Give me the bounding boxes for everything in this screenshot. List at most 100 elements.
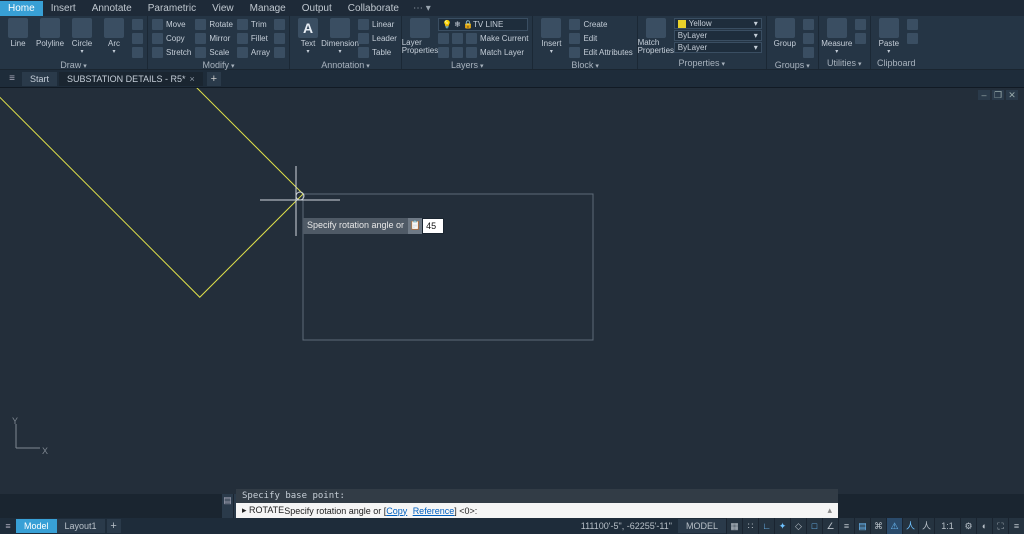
- ribbon-group-clipboard: Paste▾ Clipboard: [871, 16, 922, 69]
- dimension-button[interactable]: Dimension▾: [326, 18, 354, 55]
- menu-tab-manage[interactable]: Manage: [242, 1, 294, 16]
- customization-button[interactable]: ≡: [1008, 518, 1024, 534]
- menu-tab-annotate[interactable]: Annotate: [84, 1, 140, 16]
- menu-tab-collaborate[interactable]: Collaborate: [340, 1, 407, 16]
- annoscale-show-toggle[interactable]: 人: [918, 518, 934, 534]
- clean-screen-toggle[interactable]: ⛶: [992, 518, 1008, 534]
- close-window-icon[interactable]: ✕: [1006, 90, 1018, 100]
- dynamic-options-button[interactable]: 📋: [408, 218, 422, 234]
- lineweight-combo[interactable]: ByLayer▾: [674, 30, 762, 41]
- lineweight-toggle[interactable]: ≡: [838, 518, 854, 534]
- layout-menu-icon[interactable]: ≡: [0, 521, 16, 531]
- insert-button[interactable]: Insert▾: [537, 18, 565, 55]
- copy-button[interactable]: Copy: [152, 32, 191, 45]
- group-button[interactable]: Group: [771, 18, 799, 48]
- isodraft-toggle[interactable]: ◇: [790, 518, 806, 534]
- fillet-button[interactable]: Fillet: [237, 32, 270, 45]
- ucs-icon: Y X: [12, 422, 42, 454]
- draw-extra-2[interactable]: [132, 32, 143, 45]
- text-icon: A: [298, 18, 318, 38]
- restore-icon[interactable]: ❐: [992, 90, 1004, 100]
- annotation-scale[interactable]: 1:1: [934, 518, 960, 534]
- hardware-accel-toggle[interactable]: ◐: [976, 518, 992, 534]
- ribbon-group-block: Insert▾ Create Edit Edit Attributes Bloc…: [533, 16, 637, 69]
- linetype-combo[interactable]: ByLayer▾: [674, 42, 762, 53]
- stretch-icon: [152, 47, 163, 58]
- stretch-button[interactable]: Stretch: [152, 46, 191, 59]
- menu-tab-home[interactable]: Home: [0, 1, 43, 16]
- menu-overflow[interactable]: ⋯ ▾: [413, 3, 431, 14]
- polyline-button[interactable]: Polyline: [36, 18, 64, 48]
- layer-properties-icon: [410, 18, 430, 38]
- match-properties-button[interactable]: MatchProperties: [642, 18, 670, 55]
- menu-tab-insert[interactable]: Insert: [43, 1, 84, 16]
- polar-toggle[interactable]: ✦: [774, 518, 790, 534]
- match-layer-button[interactable]: Match Layer: [438, 46, 528, 59]
- layer-combo[interactable]: 💡 ❄ 🔒 TV LINE: [438, 18, 528, 31]
- modify-extra-3[interactable]: [274, 46, 285, 59]
- measure-button[interactable]: Measure▾: [823, 18, 851, 55]
- block-create-button[interactable]: Create: [569, 18, 632, 31]
- menu-tab-parametric[interactable]: Parametric: [140, 1, 204, 16]
- arc-button[interactable]: Arc▾: [100, 18, 128, 55]
- scale-button[interactable]: Scale: [195, 46, 233, 59]
- group-icon: [775, 18, 795, 38]
- new-doc-button[interactable]: +: [207, 72, 221, 86]
- layer-properties-button[interactable]: LayerProperties: [406, 18, 434, 55]
- rotate-button[interactable]: Rotate: [195, 18, 233, 31]
- doc-menu-icon[interactable]: ≡: [4, 73, 20, 84]
- model-tab[interactable]: Model: [16, 519, 57, 533]
- menu-tab-output[interactable]: Output: [294, 1, 340, 16]
- draw-extra-3[interactable]: [132, 46, 143, 59]
- drawing-canvas[interactable]: – ❐ ✕ Specify rotation angle or 📋 45 Y X: [0, 88, 1024, 494]
- status-toggles: ▦ ∷ ∟ ✦ ◇ □ ∠ ≡ ▤ ⌘ ⚠ 人 人 1:1 ⚙ ◐ ⛶ ≡: [726, 518, 1024, 534]
- menu-tab-view[interactable]: View: [204, 1, 242, 16]
- workspace-toggle[interactable]: ⚙: [960, 518, 976, 534]
- ribbon-group-annotation: AText▾ Dimension▾ Linear Leader Table An…: [290, 16, 402, 69]
- mirror-button[interactable]: Mirror: [195, 32, 233, 45]
- transparency-toggle[interactable]: ▤: [854, 518, 870, 534]
- table-button[interactable]: Table: [358, 46, 397, 59]
- space-toggle[interactable]: MODEL: [678, 519, 726, 533]
- ortho-toggle[interactable]: ∟: [758, 518, 774, 534]
- leader-button[interactable]: Leader: [358, 32, 397, 45]
- line-button[interactable]: Line: [4, 18, 32, 48]
- modify-extra-1[interactable]: [274, 18, 285, 31]
- ribbon-group-groups: Group Groups▾: [767, 16, 819, 69]
- move-button[interactable]: Move: [152, 18, 191, 31]
- otrack-toggle[interactable]: ∠: [822, 518, 838, 534]
- annoscale-auto-toggle[interactable]: 人: [902, 518, 918, 534]
- doc-tab-start[interactable]: Start: [22, 72, 57, 86]
- layout1-tab[interactable]: Layout1: [57, 519, 105, 533]
- grid-toggle[interactable]: ▦: [726, 518, 742, 534]
- doc-tab-active[interactable]: SUBSTATION DETAILS - R5*×: [59, 72, 203, 86]
- trim-button[interactable]: Trim: [237, 18, 270, 31]
- draw-extra-1[interactable]: [132, 18, 143, 31]
- command-close-icon[interactable]: ▤: [222, 494, 234, 518]
- selection-cycling-toggle[interactable]: ⌘: [870, 518, 886, 534]
- snap-toggle[interactable]: ∷: [742, 518, 758, 534]
- close-icon[interactable]: ×: [190, 74, 195, 84]
- scale-icon: [195, 47, 206, 58]
- block-edit-button[interactable]: Edit: [569, 32, 632, 45]
- ribbon: Line Polyline Circle▾ Arc▾ Draw▾ Move Co…: [0, 16, 1024, 70]
- document-tabs: ≡ Start SUBSTATION DETAILS - R5*× +: [0, 70, 1024, 88]
- dynamic-input-field[interactable]: 45: [422, 218, 444, 234]
- add-layout-button[interactable]: +: [107, 519, 121, 533]
- linear-button[interactable]: Linear: [358, 18, 397, 31]
- mirror-icon: [195, 33, 206, 44]
- modify-extra-2[interactable]: [274, 32, 285, 45]
- command-line[interactable]: ▸ ROTATE Specify rotation angle or [ Cop…: [236, 503, 838, 518]
- array-button[interactable]: Array: [237, 46, 270, 59]
- paste-button[interactable]: Paste▾: [875, 18, 903, 55]
- ribbon-group-layers: LayerProperties 💡 ❄ 🔒 TV LINE Make Curre…: [402, 16, 533, 69]
- make-current-button[interactable]: Make Current: [438, 32, 528, 45]
- circle-button[interactable]: Circle▾: [68, 18, 96, 55]
- edit-attributes-button[interactable]: Edit Attributes: [569, 46, 632, 59]
- osnap-toggle[interactable]: □: [806, 518, 822, 534]
- color-combo[interactable]: Yellow▾: [674, 18, 762, 29]
- fillet-icon: [237, 33, 248, 44]
- minimize-icon[interactable]: –: [978, 90, 990, 100]
- annotation-monitor-toggle[interactable]: ⚠: [886, 518, 902, 534]
- text-button[interactable]: AText▾: [294, 18, 322, 55]
